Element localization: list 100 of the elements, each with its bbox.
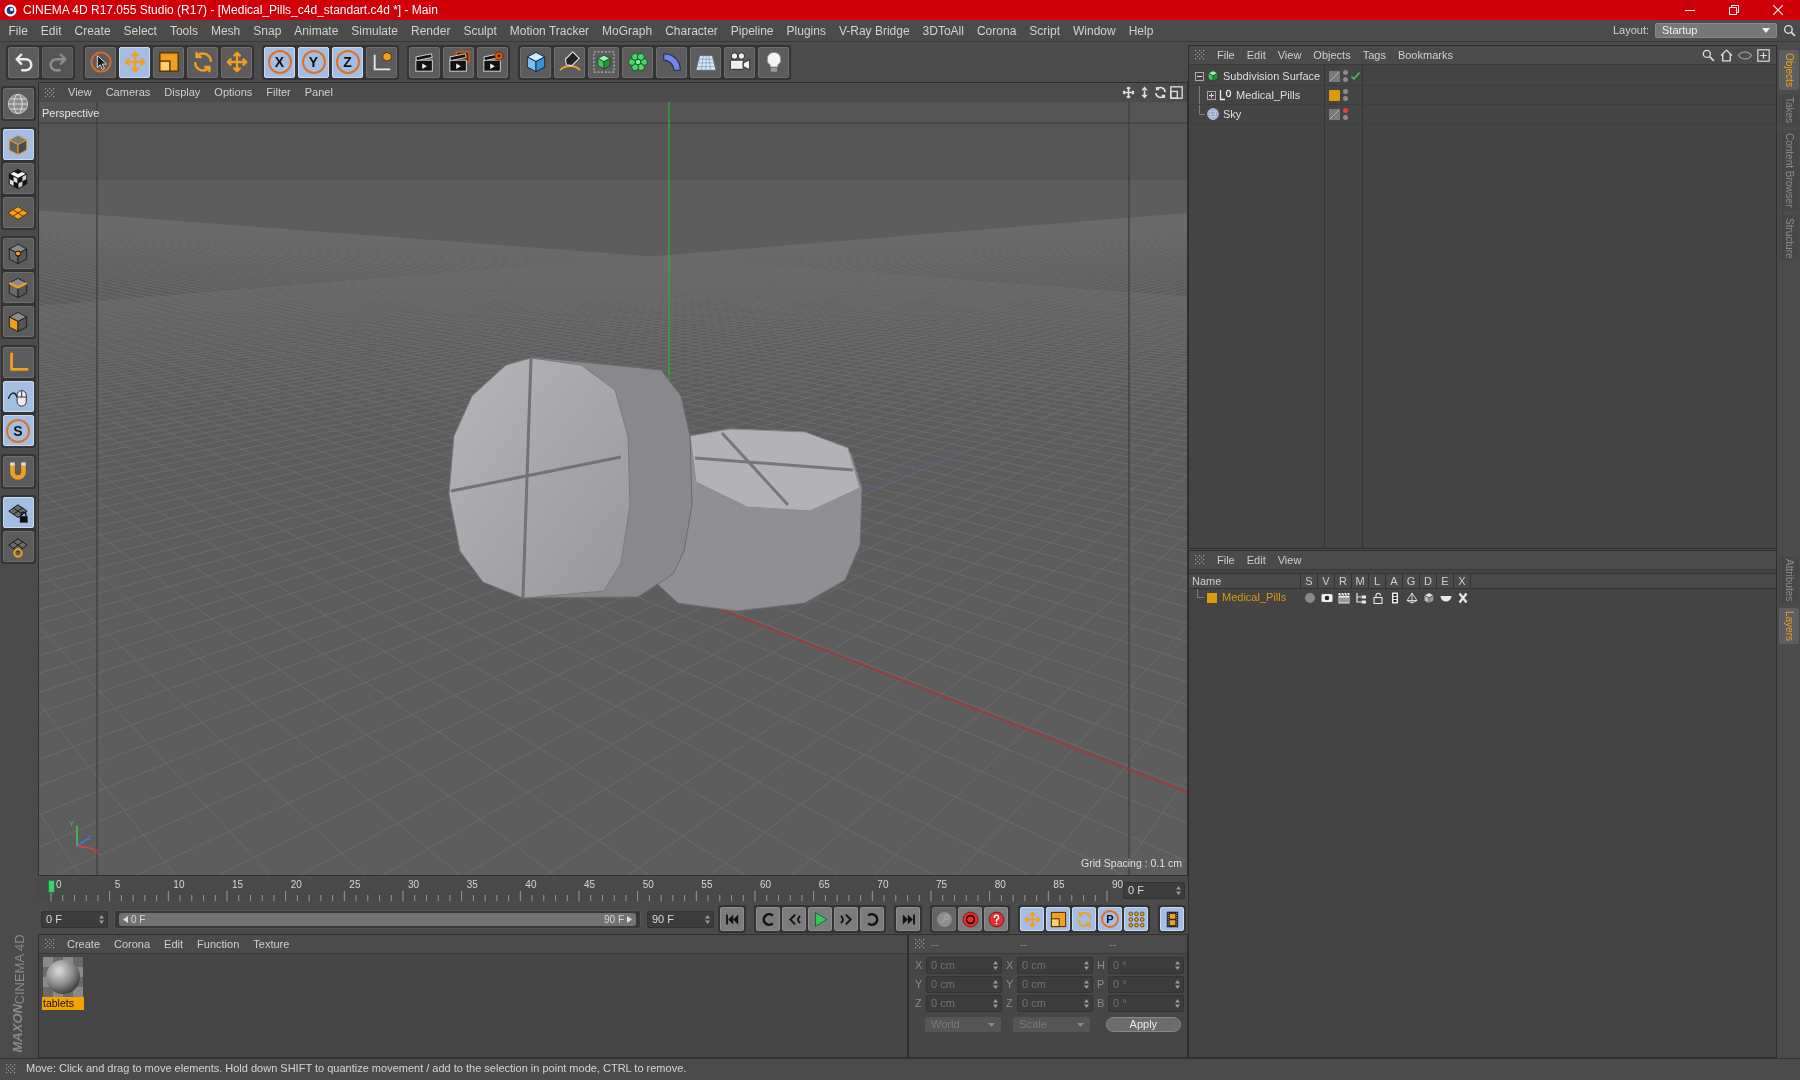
- light-button[interactable]: [758, 46, 789, 78]
- parameter-button[interactable]: P: [1098, 907, 1122, 931]
- visibility-dot-icon[interactable]: [1343, 70, 1348, 75]
- menu-item[interactable]: Tools: [163, 21, 205, 40]
- visibility-dot-icon[interactable]: [1343, 108, 1348, 113]
- tweak-button[interactable]: [2, 381, 34, 412]
- frame-range-track[interactable]: 0 F 90 F: [114, 909, 641, 929]
- menu-item[interactable]: Display: [157, 84, 208, 101]
- solo-dot-icon[interactable]: [1303, 591, 1316, 604]
- grip-handle-icon[interactable]: [1195, 50, 1205, 60]
- side-tab[interactable]: Layers: [1778, 608, 1799, 645]
- rendersettings-button[interactable]: [477, 46, 508, 78]
- keyselection-button[interactable]: [984, 907, 1008, 931]
- stepback-button[interactable]: [782, 907, 806, 931]
- menu-item[interactable]: V-Ray Bridge: [832, 21, 917, 40]
- menu-item[interactable]: Edit: [1240, 46, 1272, 64]
- grip-handle-icon[interactable]: [915, 939, 925, 949]
- checkmark-icon[interactable]: [1351, 72, 1360, 80]
- visibility-dot-icon[interactable]: [1343, 89, 1348, 94]
- slash-square-icon[interactable]: [1329, 108, 1340, 120]
- rotate-button[interactable]: [187, 46, 218, 78]
- grip-handle-icon[interactable]: [1195, 555, 1205, 565]
- menu-item[interactable]: File: [1211, 551, 1241, 569]
- axis-button[interactable]: X: [264, 46, 295, 78]
- cube-button[interactable]: [520, 46, 551, 78]
- column-header[interactable]: R: [1335, 574, 1352, 588]
- select-button[interactable]: [85, 46, 116, 78]
- menu-item[interactable]: Filter: [259, 84, 298, 101]
- pen-button[interactable]: [554, 46, 585, 78]
- column-header[interactable]: G: [1403, 574, 1420, 588]
- menu-item[interactable]: MoGraph: [595, 21, 659, 40]
- visibility-dot-icon[interactable]: [1343, 96, 1348, 101]
- object-name[interactable]: Subdivision Surface: [1223, 67, 1321, 85]
- points-button[interactable]: [2, 238, 34, 269]
- planar-button[interactable]: [2, 531, 34, 562]
- spinner-arrows-icon[interactable]: [99, 914, 104, 924]
- grip-handle-icon[interactable]: [6, 1063, 16, 1074]
- home-icon[interactable]: [1720, 48, 1733, 62]
- lockplane-button[interactable]: [2, 497, 34, 528]
- menu-item[interactable]: View: [1271, 46, 1308, 64]
- end-frame-field[interactable]: 90 F: [647, 910, 714, 928]
- menu-item[interactable]: Pipeline: [724, 21, 781, 40]
- move-button[interactable]: [119, 46, 150, 78]
- plus-square-icon[interactable]: [1757, 48, 1770, 62]
- menu-item[interactable]: Edit: [34, 21, 69, 40]
- plus-box-icon[interactable]: [1206, 90, 1216, 100]
- column-header[interactable]: D: [1420, 574, 1437, 588]
- stepforward-button[interactable]: [834, 907, 858, 931]
- wire-pyramid-icon[interactable]: [1405, 591, 1418, 604]
- edges-button[interactable]: [2, 272, 34, 303]
- menu-item[interactable]: Mesh: [204, 21, 247, 40]
- axismode-button[interactable]: [2, 347, 34, 378]
- menu-item[interactable]: Cameras: [98, 84, 158, 101]
- cube-icon[interactable]: [1422, 591, 1435, 604]
- column-header[interactable]: L: [1369, 574, 1386, 588]
- column-header[interactable]: V: [1318, 574, 1335, 588]
- model-button[interactable]: [2, 129, 34, 160]
- menu-item[interactable]: 3DToAll: [916, 21, 971, 40]
- menu-item[interactable]: Sculpt: [456, 21, 504, 40]
- side-tab[interactable]: Objects: [1778, 50, 1799, 90]
- menu-item[interactable]: File: [2, 21, 35, 40]
- timeline-button[interactable]: [1160, 907, 1184, 931]
- menu-item[interactable]: Window: [1066, 21, 1123, 40]
- minus-box-icon[interactable]: [1194, 71, 1204, 81]
- menu-item[interactable]: Select: [117, 21, 164, 40]
- start-frame-field[interactable]: 0 F: [41, 910, 108, 928]
- nextkey-button[interactable]: [860, 907, 884, 931]
- camera-button[interactable]: [724, 46, 755, 78]
- move-arrows-icon[interactable]: [1122, 86, 1135, 99]
- subdivision-button[interactable]: [588, 46, 619, 78]
- menu-item[interactable]: File: [1211, 46, 1241, 64]
- pointlevel-button[interactable]: [1124, 907, 1148, 931]
- scale-button[interactable]: [153, 46, 184, 78]
- grip-handle-icon[interactable]: [45, 939, 55, 949]
- workplane-button[interactable]: [2, 197, 34, 228]
- polygons-button[interactable]: [2, 306, 34, 337]
- window-icon[interactable]: [1170, 86, 1183, 99]
- axis-button[interactable]: Y: [298, 46, 329, 78]
- frame-field[interactable]: 0 F: [1123, 881, 1185, 899]
- left-arrow-icon[interactable]: [123, 915, 128, 923]
- axis-button[interactable]: Z: [332, 46, 363, 78]
- layer-swatch-icon[interactable]: [1329, 89, 1340, 101]
- frame-range-bar[interactable]: 0 F 90 F: [119, 912, 636, 926]
- eye-icon[interactable]: [1320, 591, 1333, 604]
- hierarchy-icon[interactable]: [1354, 591, 1367, 604]
- layer-swatch-icon[interactable]: [1207, 592, 1217, 603]
- rotate-arrows-icon[interactable]: [1154, 86, 1167, 99]
- search-icon[interactable]: [1702, 48, 1715, 62]
- menu-item[interactable]: Simulate: [344, 21, 405, 40]
- menu-item[interactable]: Create: [60, 935, 108, 953]
- menu-item[interactable]: Render: [404, 21, 457, 40]
- menu-item[interactable]: Snap: [246, 21, 288, 40]
- menu-item[interactable]: Create: [68, 21, 118, 40]
- menu-item[interactable]: Help: [1122, 21, 1160, 40]
- menu-item[interactable]: Corona: [970, 21, 1023, 40]
- recent-button[interactable]: [221, 46, 252, 78]
- autokey-button[interactable]: [958, 907, 982, 931]
- prevkey-button[interactable]: [756, 907, 780, 931]
- playhead-marker[interactable]: [47, 880, 55, 893]
- menu-item[interactable]: Objects: [1307, 46, 1357, 64]
